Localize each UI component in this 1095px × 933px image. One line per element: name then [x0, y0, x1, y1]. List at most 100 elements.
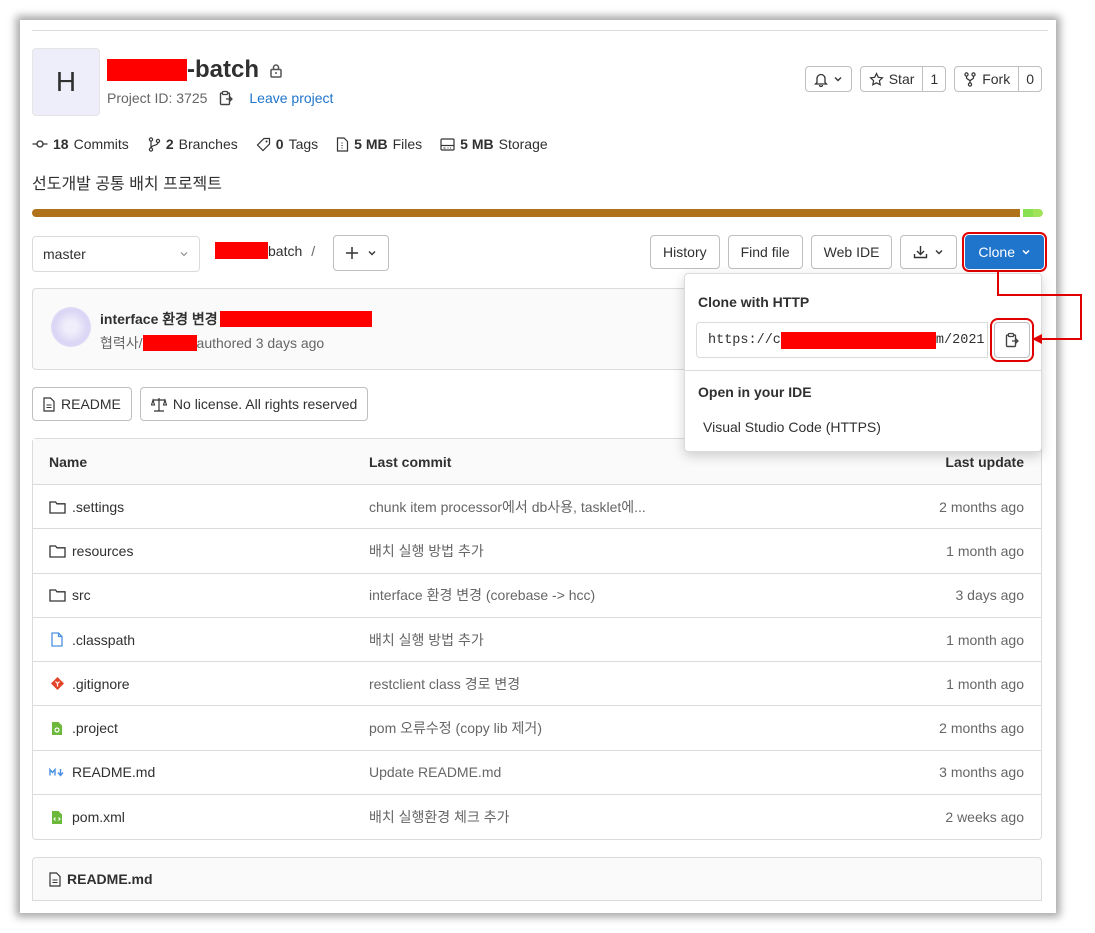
plus-icon [346, 247, 358, 259]
license-badge[interactable]: No license. All rights reserved [139, 387, 369, 421]
download-dropdown[interactable] [900, 235, 958, 269]
folder-icon [49, 545, 66, 558]
file-name-cell: resources [33, 543, 369, 559]
fork-count[interactable]: 0 [1018, 67, 1041, 91]
file-commit[interactable]: 배치 실행환경 체크 추가 [369, 807, 799, 827]
language-bar-shell [1023, 209, 1033, 217]
clone-http-header: Clone with HTTP [698, 294, 810, 310]
table-row[interactable]: .classpath 배치 실행 방법 추가 1 month ago [33, 618, 1041, 663]
last-commit-panel: interface 환경 변경 협력사/ authored 3 days ago [32, 288, 692, 370]
branch-selector[interactable]: master [32, 236, 200, 272]
history-button[interactable]: History [650, 235, 720, 269]
project-name-suffix: -batch [187, 56, 259, 83]
chevron-down-icon [180, 252, 188, 257]
document-icon [43, 396, 55, 412]
file-updated: 1 month ago [946, 542, 1024, 559]
file-name[interactable]: .classpath [72, 632, 135, 648]
bell-icon [813, 73, 828, 87]
vscode-https-item[interactable]: Visual Studio Code (HTTPS) [703, 419, 881, 435]
clone-label: Clone [978, 244, 1015, 260]
project-avatar: H [32, 48, 100, 116]
file-commit[interactable]: pom 오류수정 (copy lib 제거) [369, 718, 799, 738]
leave-project-link[interactable]: Leave project [249, 90, 333, 106]
folder-icon [49, 589, 66, 602]
breadcrumb: batch / [215, 242, 315, 259]
file-name[interactable]: pom.xml [72, 809, 125, 825]
file-icon [51, 632, 63, 647]
table-row[interactable]: resources 배치 실행 방법 추가 1 month ago [33, 529, 1041, 574]
readme-title[interactable]: README.md [67, 871, 153, 887]
file-name[interactable]: .settings [72, 499, 124, 515]
bell-segment [806, 67, 851, 91]
file-name[interactable]: .project [72, 720, 118, 736]
download-icon [914, 246, 928, 259]
chevron-down-icon [935, 250, 943, 255]
file-name[interactable]: README.md [72, 764, 155, 780]
repository-actions: History Find file Web IDE Clone [650, 232, 1047, 272]
table-row[interactable]: pom.xml 배치 실행환경 체크 추가 2 weeks ago [33, 795, 1041, 839]
star-count[interactable]: 1 [922, 67, 945, 91]
stat-branches[interactable]: 2 Branches [147, 136, 238, 152]
markdown-icon [49, 767, 64, 777]
stat-storage-label: Storage [498, 136, 548, 152]
table-row[interactable]: .settings chunk item processor에서 db사용, t… [33, 485, 1041, 530]
header-name: Name [49, 453, 88, 470]
scale-icon [150, 397, 167, 412]
commit-author-prefix[interactable]: 협력사/ [100, 333, 143, 353]
fork-label: Fork [982, 71, 1011, 87]
storage-icon [440, 137, 455, 151]
stat-commits-count: 18 [53, 136, 69, 152]
commit-title-row: interface 환경 변경 [100, 309, 372, 329]
chevron-down-icon [1022, 249, 1030, 255]
file-commit[interactable]: Update README.md [369, 764, 799, 780]
web-ide-button[interactable]: Web IDE [810, 235, 893, 269]
file-commit[interactable]: 배치 실행 방법 추가 [369, 630, 799, 650]
header-last-update: Last update [945, 453, 1024, 470]
stat-files[interactable]: 5 MB Files [336, 136, 422, 152]
stat-tags-count: 0 [275, 136, 284, 152]
stat-files-count: 5 MB [354, 136, 388, 152]
table-row[interactable]: README.md Update README.md 3 months ago [33, 751, 1041, 796]
tag-icon [256, 137, 270, 151]
star-label: Star [888, 71, 915, 87]
star-button[interactable]: Star 1 [859, 66, 947, 92]
header-actions: Star 1 Fork 0 [804, 66, 1042, 92]
file-name[interactable]: src [72, 587, 91, 603]
fork-button[interactable]: Fork 0 [954, 66, 1042, 92]
file-commit[interactable]: 배치 실행 방법 추가 [369, 541, 799, 561]
fork-icon [964, 71, 976, 87]
clone-url-prefix: https://c [708, 332, 781, 348]
breadcrumb-project[interactable]: batch [268, 243, 302, 259]
stat-tags[interactable]: 0 Tags [256, 136, 318, 152]
file-commit[interactable]: chunk item processor에서 db사용, tasklet에... [369, 497, 799, 517]
repository-toolbar: master batch / History Find file Web IDE… [32, 232, 1047, 272]
find-file-button[interactable]: Find file [727, 235, 803, 269]
copy-url-button[interactable] [990, 318, 1034, 362]
file-name[interactable]: resources [72, 543, 133, 559]
add-to-tree-dropdown[interactable] [333, 235, 389, 271]
table-row[interactable]: src interface 환경 변경 (corebase -> hcc) 3 … [33, 574, 1041, 618]
stat-commits[interactable]: 18 Commits [32, 136, 129, 152]
redacted-commit-text [219, 311, 372, 327]
clone-button[interactable]: Clone [962, 232, 1047, 272]
redacted-author [142, 335, 197, 351]
table-row[interactable]: .project pom 오류수정 (copy lib 제거) 2 months… [33, 706, 1041, 751]
gitlab-project-window: H -batch Project ID: 3725 Leave project … [20, 20, 1056, 913]
file-name-cell: .settings [33, 499, 369, 515]
file-commit[interactable]: interface 환경 변경 (corebase -> hcc) [369, 585, 799, 605]
copy-id-icon[interactable] [219, 90, 234, 106]
file-commit[interactable]: restclient class 경로 변경 [369, 674, 799, 694]
repository-language-bar [32, 209, 1043, 217]
readme-badge[interactable]: README [32, 387, 132, 421]
file-name-cell: README.md [33, 764, 369, 780]
table-row[interactable]: .gitignore restclient class 경로 변경 1 mont… [33, 662, 1041, 707]
commit-title[interactable]: interface 환경 변경 [100, 309, 218, 329]
branch-name: master [43, 246, 86, 262]
stat-storage[interactable]: 5 MB Storage [440, 136, 548, 152]
breadcrumb-separator: / [311, 242, 316, 259]
chevron-down-icon [368, 251, 376, 256]
clone-url-field[interactable]: https://c m/2021 [696, 322, 988, 358]
file-name[interactable]: .gitignore [72, 676, 130, 692]
notification-dropdown[interactable] [804, 66, 852, 92]
open-in-ide-header: Open in your IDE [698, 384, 812, 400]
